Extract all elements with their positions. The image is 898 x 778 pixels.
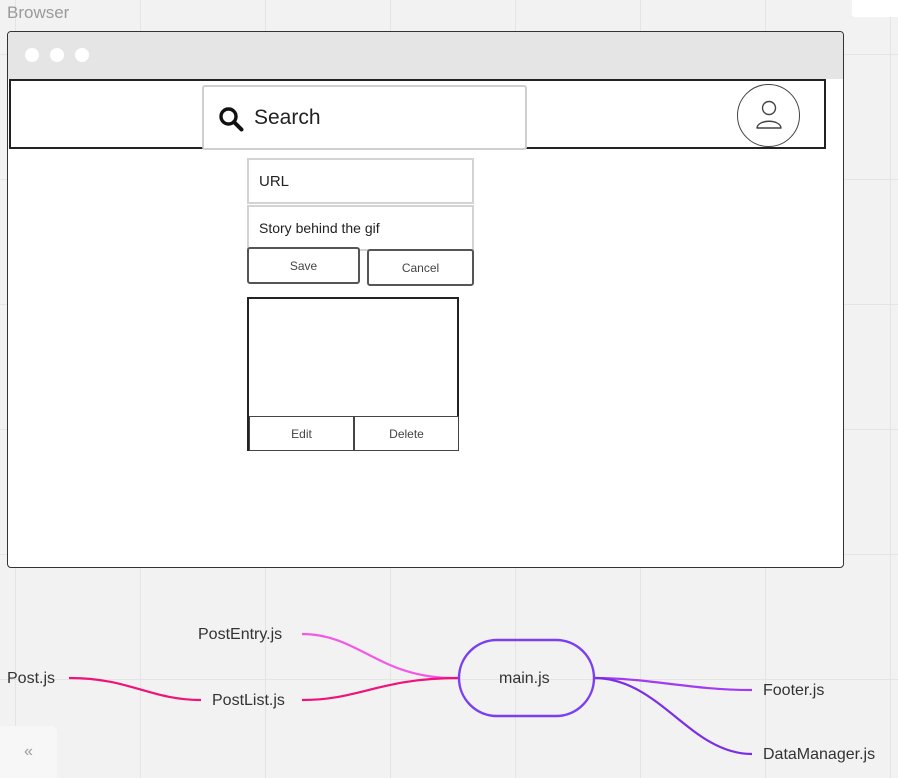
connector-postlist [301, 676, 460, 702]
window-dot-icon [25, 48, 39, 62]
connector-footer [593, 676, 753, 692]
top-right-panel-tab[interactable] [852, 0, 898, 17]
search-icon [219, 107, 244, 132]
user-icon [756, 100, 782, 129]
story-field[interactable]: Story behind the gif [247, 205, 474, 251]
delete-button[interactable]: Delete [354, 416, 459, 451]
window-dot-icon [50, 48, 64, 62]
save-button[interactable]: Save [247, 247, 360, 284]
mindmap-node-post[interactable]: Post.js [7, 670, 55, 688]
mindmap-node-postentry[interactable]: PostEntry.js [198, 626, 282, 644]
collapse-panel-button[interactable]: « [0, 726, 57, 778]
connector-post [68, 676, 202, 702]
mindmap-center-label[interactable]: main.js [499, 670, 550, 688]
double-chevron-left-icon: « [24, 743, 33, 760]
search-placeholder: Search [254, 106, 321, 129]
post-card: Edit Delete [247, 297, 459, 451]
browser-titlebar [8, 32, 843, 79]
search-input[interactable]: Search [202, 85, 527, 150]
avatar[interactable] [737, 84, 800, 147]
connector-postentry [301, 632, 460, 680]
cancel-button[interactable]: Cancel [367, 249, 474, 286]
story-field-label: Story behind the gif [259, 220, 380, 236]
window-dot-icon [75, 48, 89, 62]
url-field-label: URL [259, 172, 290, 190]
frame-title: Browser [7, 3, 70, 22]
mindmap-node-postlist[interactable]: PostList.js [212, 692, 285, 710]
mindmap-node-datamanager[interactable]: DataManager.js [763, 746, 875, 764]
edit-button[interactable]: Edit [249, 416, 354, 451]
url-field[interactable]: URL [247, 158, 474, 204]
mindmap-node-footer[interactable]: Footer.js [763, 682, 824, 700]
browser-window: Search URL Story behind the gif Save Can… [7, 31, 844, 568]
